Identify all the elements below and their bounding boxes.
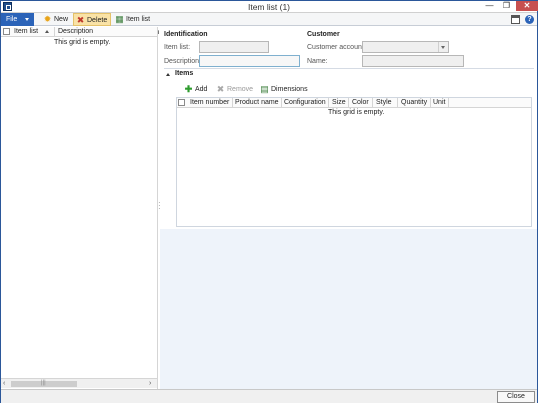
description-field[interactable] — [199, 55, 300, 67]
list-empty-message: This grid is empty. — [54, 39, 111, 46]
column-divider — [430, 98, 431, 108]
list-grid-header: Item list Description — [1, 27, 157, 37]
description-label: Description: — [164, 58, 201, 65]
horizontal-scrollbar[interactable]: ‹ ||| › — [1, 378, 157, 388]
column-header-unit[interactable]: Unit — [433, 99, 445, 106]
remove-item-label: Remove — [227, 86, 254, 93]
status-bar: Close — [1, 389, 537, 403]
close-button[interactable]: Close — [497, 391, 535, 403]
column-divider — [328, 98, 329, 108]
items-select-all-checkbox[interactable] — [178, 99, 185, 106]
column-divider — [348, 98, 349, 108]
minimize-button[interactable]: — — [482, 1, 497, 11]
column-header-style[interactable]: Style — [376, 99, 392, 106]
items-empty-message: This grid is empty. — [328, 109, 385, 116]
lower-panel-background — [160, 229, 537, 389]
column-header-quantity[interactable]: Quantity — [401, 99, 427, 106]
column-divider — [372, 98, 373, 108]
dimensions-icon: ▤ — [260, 84, 269, 94]
items-title[interactable]: Items — [175, 70, 193, 77]
new-button-label: New — [54, 16, 69, 23]
dimensions-label: Dimensions — [271, 86, 308, 93]
details-pane: Identification Item list: Description: C… — [160, 27, 537, 389]
column-header-size[interactable]: Size — [332, 99, 346, 106]
add-item-label: Add — [195, 86, 208, 93]
layout-icon[interactable] — [511, 15, 520, 24]
help-icon[interactable]: ? — [525, 15, 534, 24]
new-button[interactable]: ✹ New — [41, 13, 71, 26]
scrollbar-grip-icon: ||| — [41, 380, 46, 386]
new-star-icon: ✹ — [43, 14, 52, 24]
column-divider — [448, 98, 449, 108]
item-list-window: Item list (1) — ❐ ✕ File ✹ New ✖ Delete … — [0, 0, 538, 403]
collapse-toggle-icon[interactable] — [166, 73, 170, 76]
item-list-generation-button[interactable]: ▦ Item list generation — [113, 13, 185, 37]
scroll-left-icon[interactable]: ‹ — [3, 380, 5, 387]
delete-button[interactable]: ✖ Delete — [73, 13, 111, 26]
column-divider — [232, 98, 233, 108]
items-grid: Item number Product name Configuration S… — [176, 97, 532, 227]
restore-button[interactable]: ❐ — [499, 1, 514, 11]
column-header-item-number[interactable]: Item number — [190, 99, 229, 106]
column-divider — [54, 27, 55, 37]
action-pane: File ✹ New ✖ Delete ▦ Item list generati… — [1, 13, 537, 37]
close-window-button[interactable]: ✕ — [516, 1, 538, 11]
file-menu-label: File — [6, 16, 18, 23]
identification-title: Identification — [164, 31, 208, 38]
scroll-right-icon[interactable]: › — [149, 380, 151, 387]
customer-name-label: Name: — [307, 58, 328, 65]
customer-account-label: Customer account: — [307, 44, 366, 51]
add-item-button[interactable]: ✚ Add — [184, 84, 208, 95]
column-divider — [281, 98, 282, 108]
customer-name-field[interactable] — [362, 55, 464, 67]
file-menu-button[interactable]: File — [1, 13, 34, 26]
dimensions-button[interactable]: ▤ Dimensions — [260, 84, 308, 95]
select-all-checkbox[interactable] — [3, 28, 10, 35]
remove-x-icon: ✖ — [216, 84, 225, 94]
item-list-label: Item list: — [164, 44, 191, 51]
column-header-configuration[interactable]: Configuration — [284, 99, 326, 106]
chevron-down-icon[interactable] — [438, 42, 447, 52]
column-header-product-name[interactable]: Product name — [235, 99, 279, 106]
customer-title: Customer — [307, 31, 340, 38]
sort-ascending-icon — [45, 30, 49, 33]
items-grid-header: Item number Product name Configuration S… — [177, 98, 531, 108]
delete-x-icon: ✖ — [76, 15, 85, 25]
generation-icon: ▦ — [115, 14, 124, 24]
item-list-grid: Item list Description This grid is empty… — [1, 27, 158, 389]
column-header-color[interactable]: Color — [352, 99, 369, 106]
column-header-item-list[interactable]: Item list — [14, 28, 38, 35]
window-title: Item list (1) — [247, 2, 291, 12]
item-list-field[interactable] — [199, 41, 269, 53]
column-divider — [397, 98, 398, 108]
remove-item-button[interactable]: ✖ Remove — [216, 85, 253, 95]
title-bar: Item list (1) — ❐ ✕ — [1, 1, 538, 13]
customer-account-dropdown[interactable] — [362, 41, 449, 53]
delete-button-label: Delete — [87, 17, 108, 24]
add-plus-icon: ✚ — [184, 84, 193, 94]
column-header-description[interactable]: Description — [58, 28, 93, 35]
chevron-down-icon — [25, 18, 29, 21]
items-fasttab: Items ✚ Add ✖ Remove ▤ Dimensions Item n… — [164, 68, 534, 230]
